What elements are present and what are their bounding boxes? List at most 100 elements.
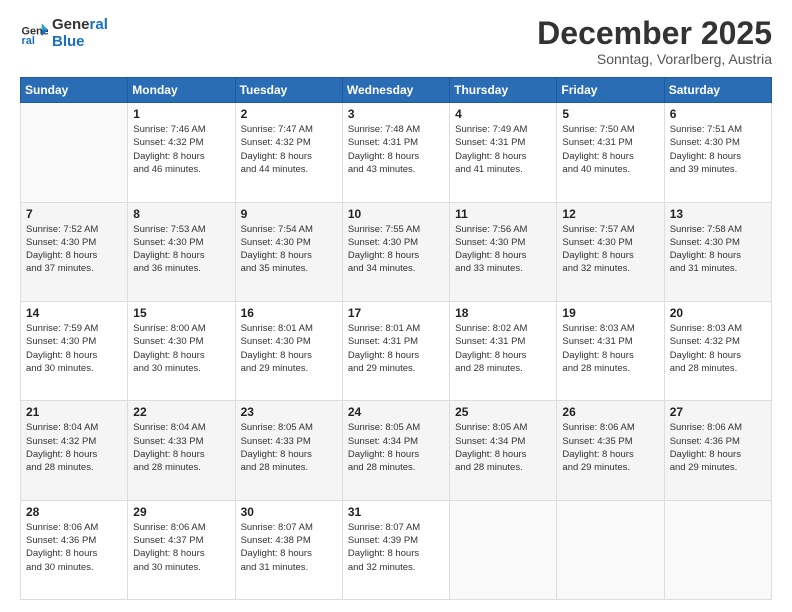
day-info: Sunrise: 8:05 AM Sunset: 4:34 PM Dayligh… [455, 421, 551, 474]
calendar-week-row-2: 7 Sunrise: 7:52 AM Sunset: 4:30 PM Daylig… [21, 202, 772, 301]
calendar-cell [664, 500, 771, 599]
day-info: Sunrise: 8:02 AM Sunset: 4:31 PM Dayligh… [455, 322, 551, 375]
day-number: 17 [348, 306, 444, 320]
day-number: 13 [670, 207, 766, 221]
calendar-cell: 30Sunrise: 8:07 AM Sunset: 4:38 PM Dayli… [235, 500, 342, 599]
month-title: December 2025 [537, 16, 772, 51]
day-info: Sunrise: 7:49 AM Sunset: 4:31 PM Dayligh… [455, 123, 551, 176]
day-number: 19 [562, 306, 658, 320]
day-number: 3 [348, 107, 444, 121]
day-number: 24 [348, 405, 444, 419]
day-number: 7 [26, 207, 122, 221]
calendar-cell: 19 Sunrise: 8:03 AM Sunset: 4:31 PM Dayli… [557, 301, 664, 400]
calendar-cell: 18 Sunrise: 8:02 AM Sunset: 4:31 PM Dayli… [450, 301, 557, 400]
header-sunday: Sunday [21, 78, 128, 103]
calendar-cell: 4 Sunrise: 7:49 AM Sunset: 4:31 PM Daylig… [450, 103, 557, 202]
header-monday: Monday [128, 78, 235, 103]
day-info: Sunrise: 7:46 AM Sunset: 4:32 PM Dayligh… [133, 123, 229, 176]
calendar-cell: 9 Sunrise: 7:54 AM Sunset: 4:30 PM Daylig… [235, 202, 342, 301]
calendar-cell: 29 Sunrise: 8:06 AM Sunset: 4:37 PM Dayli… [128, 500, 235, 599]
day-info: Sunrise: 7:59 AM Sunset: 4:30 PM Dayligh… [26, 322, 122, 375]
svg-text:ral: ral [22, 35, 35, 47]
calendar-cell: 10 Sunrise: 7:55 AM Sunset: 4:30 PM Dayli… [342, 202, 449, 301]
day-info: Sunrise: 8:05 AM Sunset: 4:34 PM Dayligh… [348, 421, 444, 474]
day-info: Sunrise: 8:06 AM Sunset: 4:36 PM Dayligh… [670, 421, 766, 474]
day-info: Sunrise: 8:05 AM Sunset: 4:33 PM Dayligh… [241, 421, 337, 474]
day-number: 15 [133, 306, 229, 320]
day-number: 6 [670, 107, 766, 121]
calendar-cell: 14 Sunrise: 7:59 AM Sunset: 4:30 PM Dayli… [21, 301, 128, 400]
day-info: Sunrise: 8:06 AM Sunset: 4:37 PM Dayligh… [133, 521, 229, 574]
day-info: Sunrise: 7:53 AM Sunset: 4:30 PM Dayligh… [133, 223, 229, 276]
day-info: Sunrise: 8:07 AM Sunset: 4:38 PM Dayligh… [241, 521, 337, 574]
day-number: 14 [26, 306, 122, 320]
day-number: 9 [241, 207, 337, 221]
weekday-header-row: Sunday Monday Tuesday Wednesday Thursday… [21, 78, 772, 103]
day-info: Sunrise: 8:01 AM Sunset: 4:30 PM Dayligh… [241, 322, 337, 375]
day-info: Sunrise: 7:55 AM Sunset: 4:30 PM Dayligh… [348, 223, 444, 276]
day-number: 25 [455, 405, 551, 419]
calendar-cell: 27 Sunrise: 8:06 AM Sunset: 4:36 PM Dayli… [664, 401, 771, 500]
page: Gene ral General Blue December 2025 Sonn… [0, 0, 792, 612]
calendar-cell: 24 Sunrise: 8:05 AM Sunset: 4:34 PM Dayli… [342, 401, 449, 500]
calendar-cell [450, 500, 557, 599]
calendar-cell: 15 Sunrise: 8:00 AM Sunset: 4:30 PM Dayli… [128, 301, 235, 400]
day-number: 11 [455, 207, 551, 221]
header-wednesday: Wednesday [342, 78, 449, 103]
title-block: December 2025 Sonntag, Vorarlberg, Austr… [537, 16, 772, 67]
day-info: Sunrise: 7:48 AM Sunset: 4:31 PM Dayligh… [348, 123, 444, 176]
day-number: 18 [455, 306, 551, 320]
day-number: 4 [455, 107, 551, 121]
day-number: 16 [241, 306, 337, 320]
calendar-cell: 25 Sunrise: 8:05 AM Sunset: 4:34 PM Dayli… [450, 401, 557, 500]
day-info: Sunrise: 8:06 AM Sunset: 4:35 PM Dayligh… [562, 421, 658, 474]
calendar-cell: 13 Sunrise: 7:58 AM Sunset: 4:30 PM Dayli… [664, 202, 771, 301]
logo-line1: General [52, 16, 108, 33]
calendar-cell: 1 Sunrise: 7:46 AM Sunset: 4:32 PM Daylig… [128, 103, 235, 202]
calendar-cell: 12Sunrise: 7:57 AM Sunset: 4:30 PM Dayli… [557, 202, 664, 301]
header-thursday: Thursday [450, 78, 557, 103]
day-number: 10 [348, 207, 444, 221]
calendar-cell: 22Sunrise: 8:04 AM Sunset: 4:33 PM Dayli… [128, 401, 235, 500]
day-number: 27 [670, 405, 766, 419]
calendar-cell: 16 Sunrise: 8:01 AM Sunset: 4:30 PM Dayli… [235, 301, 342, 400]
day-number: 22 [133, 405, 229, 419]
calendar-cell: 31Sunrise: 8:07 AM Sunset: 4:39 PM Dayli… [342, 500, 449, 599]
calendar-cell [557, 500, 664, 599]
calendar-week-row-5: 28Sunrise: 8:06 AM Sunset: 4:36 PM Dayli… [21, 500, 772, 599]
calendar-week-row-4: 21Sunrise: 8:04 AM Sunset: 4:32 PM Dayli… [21, 401, 772, 500]
calendar-table: Sunday Monday Tuesday Wednesday Thursday… [20, 77, 772, 600]
day-info: Sunrise: 7:51 AM Sunset: 4:30 PM Dayligh… [670, 123, 766, 176]
day-number: 2 [241, 107, 337, 121]
logo-line2: Blue [52, 33, 108, 50]
header-tuesday: Tuesday [235, 78, 342, 103]
calendar-cell [21, 103, 128, 202]
day-info: Sunrise: 8:03 AM Sunset: 4:31 PM Dayligh… [562, 322, 658, 375]
day-info: Sunrise: 7:58 AM Sunset: 4:30 PM Dayligh… [670, 223, 766, 276]
day-number: 23 [241, 405, 337, 419]
day-info: Sunrise: 8:01 AM Sunset: 4:31 PM Dayligh… [348, 322, 444, 375]
calendar-week-row-1: 1 Sunrise: 7:46 AM Sunset: 4:32 PM Daylig… [21, 103, 772, 202]
day-info: Sunrise: 8:07 AM Sunset: 4:39 PM Dayligh… [348, 521, 444, 574]
calendar-cell: 23 Sunrise: 8:05 AM Sunset: 4:33 PM Dayli… [235, 401, 342, 500]
calendar-cell: 8Sunrise: 7:53 AM Sunset: 4:30 PM Daylig… [128, 202, 235, 301]
logo-icon: Gene ral [20, 19, 48, 47]
day-info: Sunrise: 7:54 AM Sunset: 4:30 PM Dayligh… [241, 223, 337, 276]
day-number: 1 [133, 107, 229, 121]
calendar-cell: 26 Sunrise: 8:06 AM Sunset: 4:35 PM Dayli… [557, 401, 664, 500]
header: Gene ral General Blue December 2025 Sonn… [20, 16, 772, 67]
header-friday: Friday [557, 78, 664, 103]
calendar-cell: 7 Sunrise: 7:52 AM Sunset: 4:30 PM Daylig… [21, 202, 128, 301]
calendar-week-row-3: 14 Sunrise: 7:59 AM Sunset: 4:30 PM Dayli… [21, 301, 772, 400]
day-number: 29 [133, 505, 229, 519]
calendar-cell: 28Sunrise: 8:06 AM Sunset: 4:36 PM Dayli… [21, 500, 128, 599]
day-info: Sunrise: 8:06 AM Sunset: 4:36 PM Dayligh… [26, 521, 122, 574]
day-info: Sunrise: 7:52 AM Sunset: 4:30 PM Dayligh… [26, 223, 122, 276]
day-info: Sunrise: 8:04 AM Sunset: 4:32 PM Dayligh… [26, 421, 122, 474]
day-number: 26 [562, 405, 658, 419]
day-info: Sunrise: 8:00 AM Sunset: 4:30 PM Dayligh… [133, 322, 229, 375]
day-info: Sunrise: 8:03 AM Sunset: 4:32 PM Dayligh… [670, 322, 766, 375]
calendar-cell: 11Sunrise: 7:56 AM Sunset: 4:30 PM Dayli… [450, 202, 557, 301]
day-number: 12 [562, 207, 658, 221]
calendar-cell: 17 Sunrise: 8:01 AM Sunset: 4:31 PM Dayli… [342, 301, 449, 400]
